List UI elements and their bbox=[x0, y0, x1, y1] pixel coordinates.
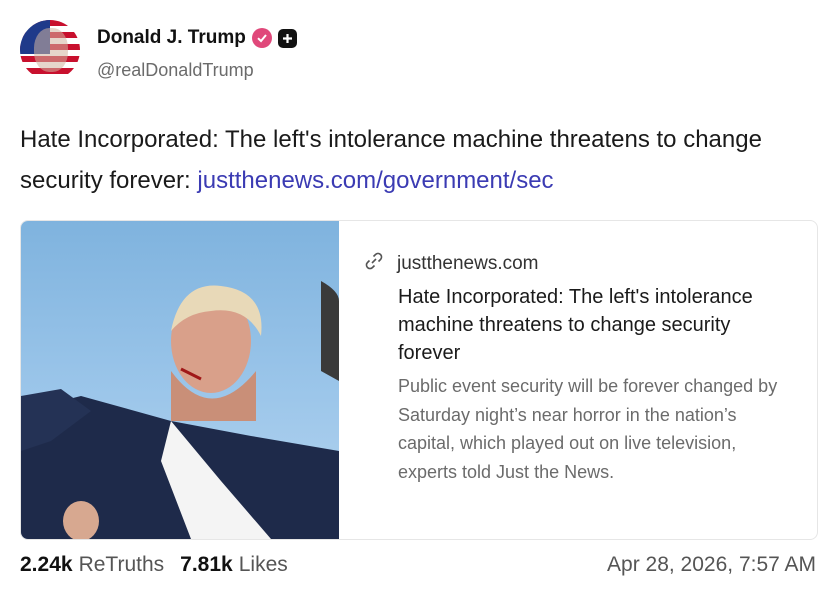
avatar-face bbox=[34, 28, 68, 72]
retruths-label[interactable]: ReTruths bbox=[79, 553, 165, 577]
link-icon bbox=[363, 250, 385, 277]
plus-badge-icon bbox=[277, 28, 297, 48]
post-link[interactable]: justthenews.com/government/sec bbox=[197, 167, 553, 194]
link-preview-card[interactable]: justthenews.com Hate Incorporated: The l… bbox=[20, 220, 818, 540]
card-description: Public event security will be forever ch… bbox=[398, 376, 778, 482]
card-domain-row: justthenews.com bbox=[363, 250, 539, 277]
card-domain: justthenews.com bbox=[397, 252, 539, 274]
post-stats: 2.24k ReTruths 7.81k Likes bbox=[20, 553, 298, 577]
display-name[interactable]: Donald J. Trump bbox=[97, 27, 246, 49]
author-name-row: Donald J. Trump bbox=[97, 27, 297, 49]
card-title: Hate Incorporated: The left's intoleranc… bbox=[398, 286, 753, 364]
retruths-count[interactable]: 2.24k bbox=[20, 553, 73, 577]
likes-count[interactable]: 7.81k bbox=[180, 553, 233, 577]
post-timestamp[interactable]: Apr 28, 2026, 7:57 AM bbox=[607, 553, 816, 577]
post-text: Hate Incorporated: The left's intoleranc… bbox=[20, 119, 820, 201]
likes-label[interactable]: Likes bbox=[239, 553, 288, 577]
news-photo bbox=[21, 221, 339, 539]
author-handle[interactable]: @realDonaldTrump bbox=[97, 60, 254, 81]
avatar[interactable] bbox=[20, 20, 80, 80]
verified-check-icon bbox=[251, 28, 272, 48]
